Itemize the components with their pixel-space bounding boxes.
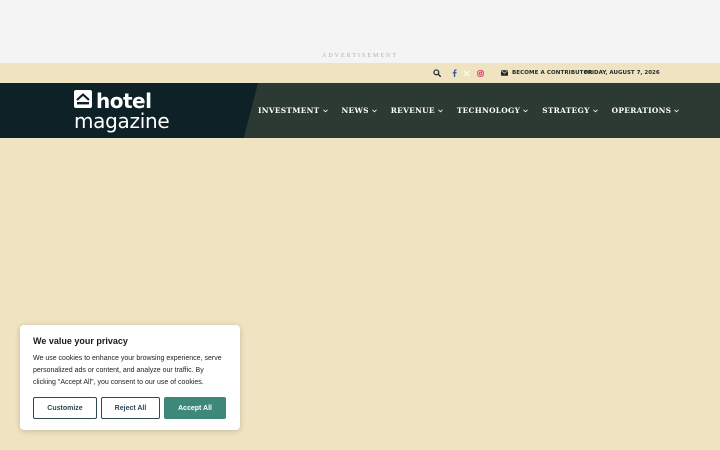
cookie-buttons: Customize Reject All Accept All	[33, 397, 227, 419]
become-contributor-link[interactable]: BECOME A CONTRIBUTOR	[501, 63, 593, 83]
current-date: FRIDAY, AUGUST 7, 2026	[584, 70, 660, 76]
nav-item-label: TECHNOLOGY	[456, 106, 521, 115]
nav-menu: INVESTMENT NEWS REVENUE TECHNOLOGY STRAT…	[258, 83, 693, 138]
chevron-down-icon	[371, 108, 377, 113]
main-navbar: hotel magazine INVESTMENT NEWS REVENUE T…	[0, 83, 720, 138]
chevron-down-icon	[523, 108, 529, 113]
nav-item-investment[interactable]: INVESTMENT	[258, 106, 328, 115]
advertisement-area: ADVERTISEMENT	[0, 0, 720, 63]
nav-item-strategy[interactable]: STRATEGY	[542, 106, 598, 115]
nav-item-operations[interactable]: OPERATIONS	[612, 106, 680, 115]
site-logo[interactable]: hotel magazine	[74, 89, 186, 133]
logo-word-magazine: magazine	[74, 109, 170, 133]
accept-all-button[interactable]: Accept All	[164, 397, 226, 419]
advertisement-label: ADVERTISEMENT	[322, 53, 398, 59]
top-bar: BECOME A CONTRIBUTOR FRIDAY, AUGUST 7, 2…	[0, 63, 720, 83]
instagram-icon[interactable]	[477, 63, 484, 83]
chevron-down-icon	[674, 108, 680, 113]
nav-item-label: REVENUE	[390, 106, 435, 115]
cookie-consent-banner: We value your privacy We use cookies to …	[20, 325, 240, 430]
x-twitter-icon[interactable]	[463, 63, 470, 83]
contributor-label: BECOME A CONTRIBUTOR	[512, 70, 593, 76]
nav-item-news[interactable]: NEWS	[342, 106, 377, 115]
search-icon[interactable]	[433, 63, 441, 83]
nav-item-label: STRATEGY	[542, 106, 590, 115]
facebook-icon[interactable]	[452, 63, 457, 83]
chevron-down-icon	[437, 108, 443, 113]
nav-item-label: OPERATIONS	[611, 106, 672, 115]
nav-item-technology[interactable]: TECHNOLOGY	[456, 106, 529, 115]
chevron-down-icon	[322, 108, 328, 113]
nav-item-revenue[interactable]: REVENUE	[391, 106, 443, 115]
nav-item-label: INVESTMENT	[258, 106, 320, 115]
envelope-icon	[501, 70, 508, 76]
nav-item-label: NEWS	[341, 106, 369, 115]
cookie-title: We value your privacy	[33, 336, 128, 346]
cookie-description: We use cookies to enhance your browsing …	[33, 355, 222, 386]
customize-button[interactable]: Customize	[33, 397, 97, 419]
chevron-down-icon	[592, 108, 598, 113]
reject-all-button[interactable]: Reject All	[101, 397, 160, 419]
